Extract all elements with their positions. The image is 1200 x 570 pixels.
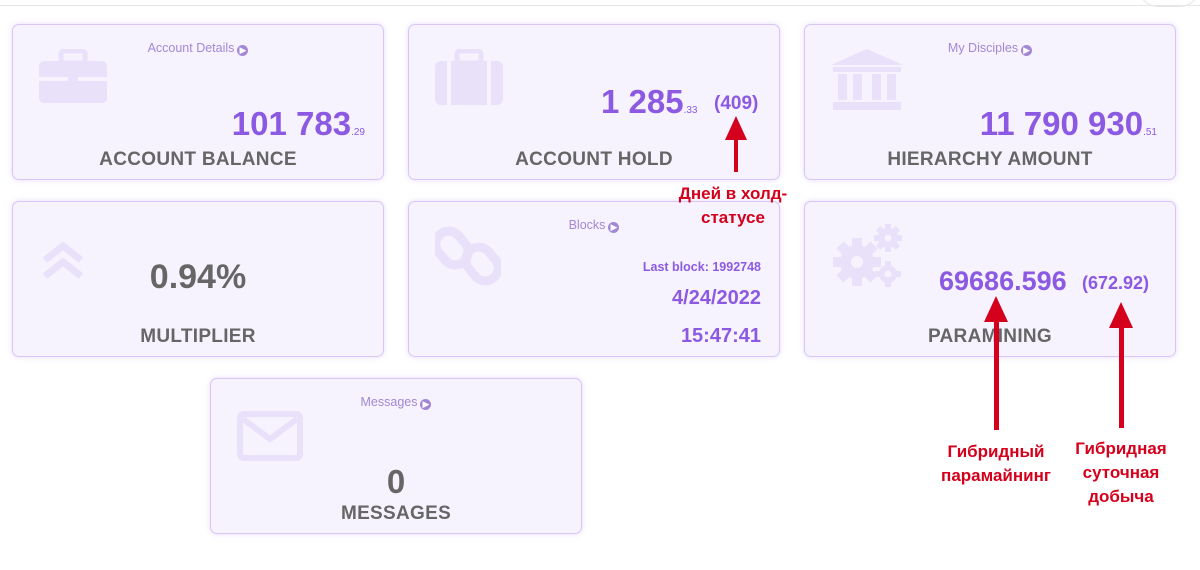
arrow-head-hold <box>725 116 747 140</box>
arrow-head-paramining <box>984 296 1008 322</box>
arrow-shaft-daily <box>1119 326 1124 428</box>
arrow-head-daily <box>1109 302 1133 328</box>
annotation-hold-days: Дней в холд-статусе <box>678 184 788 227</box>
annotation-hybrid-paramining: Гибридный парамайнинг <box>941 442 1051 485</box>
arrow-shaft-paramining <box>994 320 999 430</box>
arrow-shaft-hold <box>734 140 738 172</box>
annotation-hybrid-daily: Гибридная суточная добыча <box>1075 439 1167 506</box>
